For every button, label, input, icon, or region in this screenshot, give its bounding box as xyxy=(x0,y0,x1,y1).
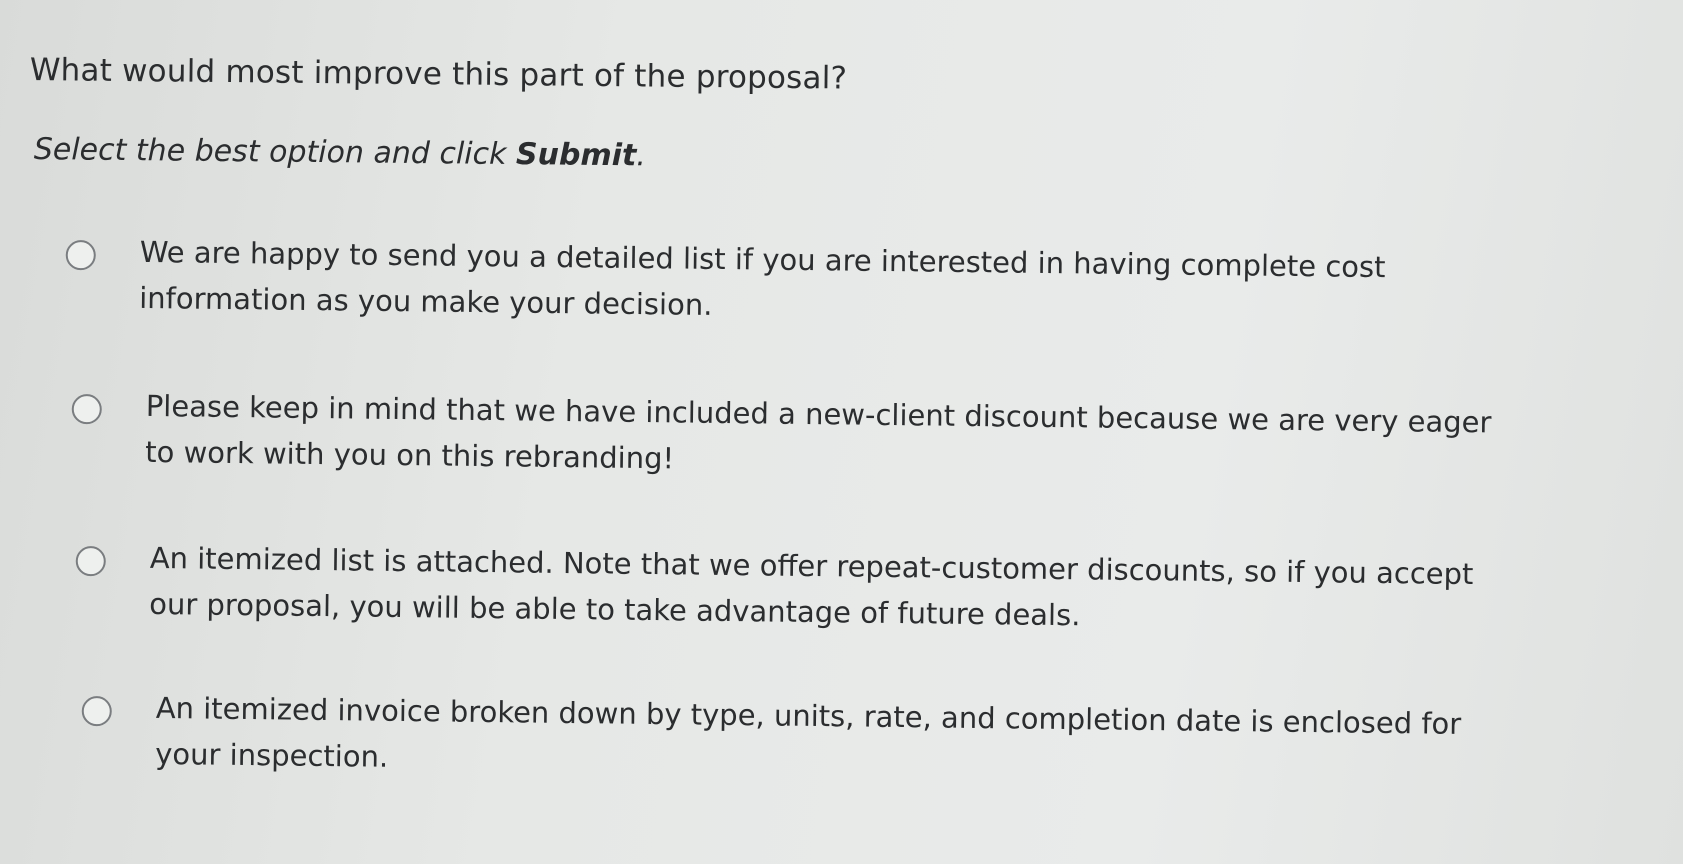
radio-button-1[interactable] xyxy=(65,239,96,271)
instruction-text: Select the best option and click Submit. xyxy=(34,132,646,173)
instruction-prefix: Select the best option and click xyxy=(33,132,517,173)
answer-option-3[interactable]: An itemized list is attached. Note that … xyxy=(75,541,1520,644)
radio-button-2[interactable] xyxy=(71,393,102,425)
answer-option-2-label[interactable]: Please keep in mind that we have include… xyxy=(145,383,1516,492)
answer-option-4[interactable]: An itemized invoice broken down by type,… xyxy=(81,691,1526,794)
answer-option-2[interactable]: Please keep in mind that we have include… xyxy=(71,389,1516,492)
answer-option-3-label[interactable]: An itemized list is attached. Note that … xyxy=(149,535,1520,644)
answer-option-1[interactable]: We are happy to send you a detailed list… xyxy=(65,235,1510,338)
answer-option-1-label[interactable]: We are happy to send you a detailed list… xyxy=(139,229,1510,338)
instruction-submit-emphasis: Submit xyxy=(515,137,637,174)
instruction-suffix: . xyxy=(636,138,647,174)
radio-button-4[interactable] xyxy=(81,695,112,727)
question-page: What would most improve this part of the… xyxy=(0,0,1683,864)
question-text: What would most improve this part of the… xyxy=(29,52,848,97)
answer-option-4-label[interactable]: An itemized invoice broken down by type,… xyxy=(155,685,1526,794)
radio-button-3[interactable] xyxy=(75,545,106,577)
